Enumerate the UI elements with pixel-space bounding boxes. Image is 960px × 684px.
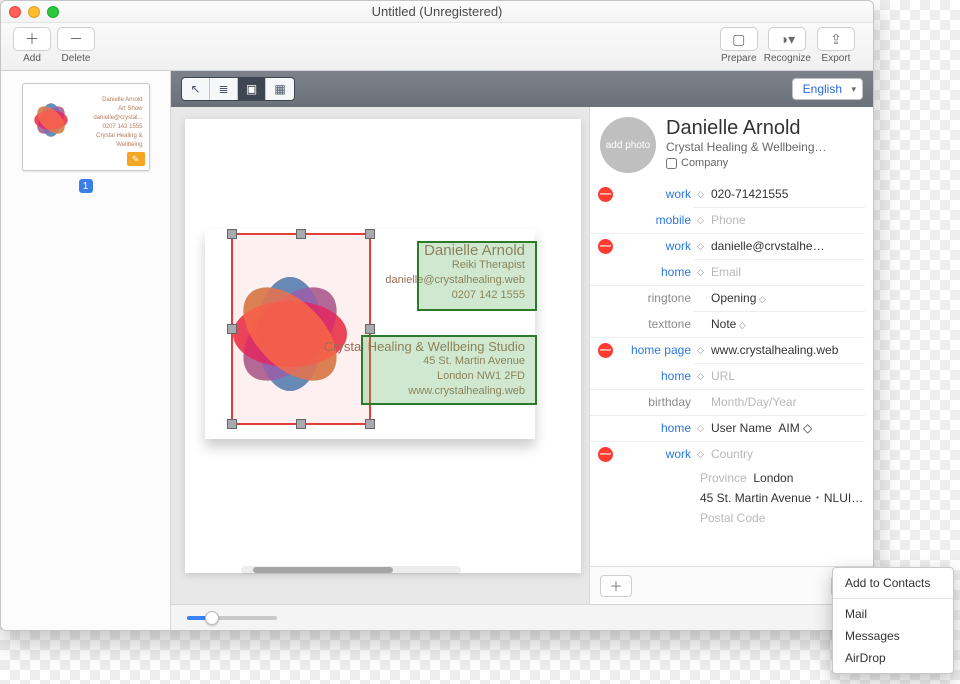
email-home-field[interactable]: Email: [711, 265, 865, 279]
document-icon: ▢: [732, 31, 745, 48]
delete-homepage[interactable]: —: [598, 343, 613, 358]
texttone-select[interactable]: Note: [711, 317, 865, 331]
homepage-value[interactable]: www.crystalhealing.web: [711, 343, 865, 357]
prepare-button[interactable]: ▢ Prepare: [720, 27, 758, 64]
app-window: Untitled (Unregistered) ＋ Add － Delete ▢…: [0, 0, 874, 631]
address-label[interactable]: work: [619, 447, 691, 461]
selection-region-green-2[interactable]: [361, 335, 537, 405]
view-pointer-mode[interactable]: ↖: [182, 78, 210, 100]
url-home-field[interactable]: URL: [711, 369, 865, 383]
social-home-label[interactable]: home: [619, 421, 691, 435]
ringtone-select[interactable]: Opening: [711, 291, 865, 305]
address-block[interactable]: Province London 45 St. Martin Avenue ･ N…: [590, 467, 873, 532]
add-field-button[interactable]: ＋: [600, 575, 632, 597]
phone-work-label[interactable]: work: [619, 187, 691, 201]
language-selector[interactable]: English: [792, 78, 863, 100]
zoom-bar: [171, 604, 873, 630]
flower-icon: [29, 98, 73, 142]
edit-badge-icon: ✎: [127, 152, 145, 166]
menu-mail[interactable]: Mail: [833, 603, 953, 625]
page-thumbnail[interactable]: Danielle Arnold Art Show danielle@crysta…: [22, 83, 150, 171]
birthday-field[interactable]: Month/Day/Year: [711, 395, 865, 409]
delete-address[interactable]: —: [598, 447, 613, 462]
contact-details-panel: add photo Danielle Arnold Crystal Healin…: [589, 107, 873, 604]
delete-phone-work[interactable]: —: [598, 187, 613, 202]
horizontal-scrollbar[interactable]: [241, 566, 461, 574]
phone-mobile-label[interactable]: mobile: [619, 213, 691, 227]
thumbnail-preview-text: Danielle Arnold Art Show danielle@crysta…: [77, 96, 143, 150]
phone-mobile-field[interactable]: Phone: [711, 213, 865, 227]
secondary-toolbar: ↖ ≣ ▣ ▦ English: [171, 71, 873, 107]
homepage-label[interactable]: home page: [619, 343, 691, 357]
phone-work-value[interactable]: 020-71421555: [711, 187, 865, 201]
share-menu: Add to Contacts Mail Messages AirDrop: [832, 567, 954, 674]
view-image-mode[interactable]: ▣: [238, 78, 266, 100]
detail-footer: ＋ ⤴: [590, 566, 873, 604]
recognize-button[interactable]: ◑▾ Recognize: [764, 27, 811, 64]
delete-button[interactable]: － Delete: [57, 27, 95, 64]
delete-email-work[interactable]: —: [598, 239, 613, 254]
url-home-label[interactable]: home: [619, 369, 691, 383]
company-checkbox[interactable]: Company: [666, 157, 863, 169]
texttone-label: texttone: [619, 317, 691, 331]
view-grid-mode[interactable]: ▦: [266, 78, 294, 100]
toolbar: ＋ Add － Delete ▢ Prepare ◑▾ Recognize ⇪ …: [1, 23, 873, 71]
selection-region-red[interactable]: [231, 233, 371, 425]
zoom-slider[interactable]: [187, 616, 277, 620]
email-home-label[interactable]: home: [619, 265, 691, 279]
contact-subtitle: Crystal Healing & Wellbeing…: [666, 140, 856, 154]
email-work-label[interactable]: work: [619, 239, 691, 253]
address-country-field[interactable]: Country: [711, 447, 865, 461]
canvas[interactable]: Danielle Arnold Reiki Therapist danielle…: [171, 107, 589, 604]
ringtone-label: ringtone: [619, 291, 691, 305]
page-number-badge: 1: [79, 179, 93, 193]
plus-icon: ＋: [25, 29, 39, 49]
window-title: Untitled (Unregistered): [1, 4, 873, 19]
contact-name[interactable]: Danielle Arnold: [666, 117, 863, 140]
selection-region-green-1[interactable]: [417, 241, 537, 311]
minus-icon: －: [69, 29, 83, 49]
view-mode-segmented-control[interactable]: ↖ ≣ ▣ ▦: [181, 77, 295, 101]
add-button[interactable]: ＋ Add: [13, 27, 51, 64]
export-icon: ⇪: [830, 31, 842, 48]
menu-messages[interactable]: Messages: [833, 625, 953, 647]
titlebar: Untitled (Unregistered): [1, 1, 873, 23]
export-button[interactable]: ⇪ Export: [817, 27, 855, 64]
avatar-add-photo[interactable]: add photo: [600, 117, 656, 173]
social-username-field[interactable]: User Name AIM ◇: [711, 421, 865, 435]
email-work-value[interactable]: danielle@crvstalhe…: [711, 239, 865, 253]
menu-add-to-contacts[interactable]: Add to Contacts: [833, 572, 953, 594]
person-icon: ◑▾: [780, 31, 795, 48]
birthday-label: birthday: [619, 395, 691, 409]
menu-airdrop[interactable]: AirDrop: [833, 647, 953, 669]
view-list-mode[interactable]: ≣: [210, 78, 238, 100]
sidebar: Danielle Arnold Art Show danielle@crysta…: [1, 71, 171, 630]
